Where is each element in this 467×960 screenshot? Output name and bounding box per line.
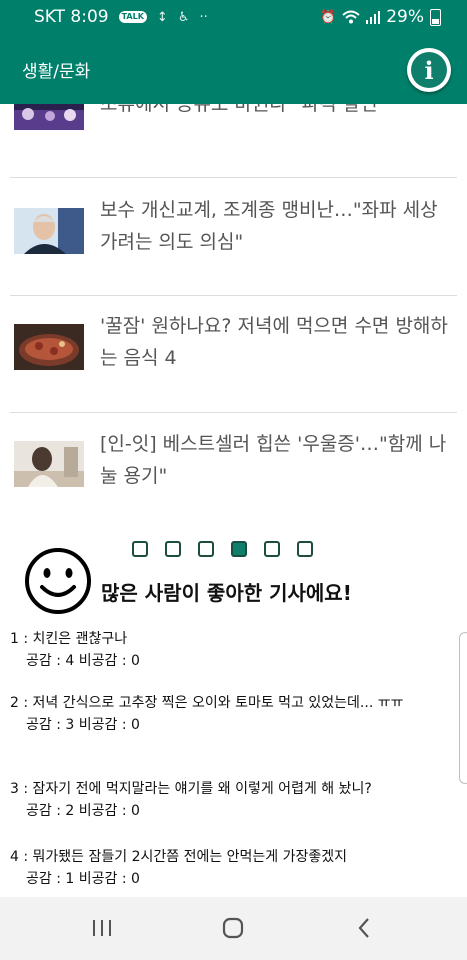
home-icon [222, 917, 244, 939]
info-icon: i [411, 52, 447, 88]
comment-item: 2 : 저녁 간식으로 고추장 찍은 오이와 토마토 먹고 있었는데... ㅠㅠ… [10, 692, 460, 736]
comment-text: 3 : 잠자기 전에 먹지말라는 얘기를 왜 이렇게 어렵게 해 놨니? [10, 781, 372, 797]
article-item[interactable]: [인-잇] 베스트셀러 힙쓴 '우울증'…"함께 나눌 용기" [10, 413, 457, 531]
article-item[interactable]: 보수 개신교계, 조계종 맹비난…"좌파 세상가려는 의도 의심" [10, 178, 457, 296]
comment-stats: 공감 : 3 비공감 : 0 [26, 717, 140, 733]
kakaotalk-icon: TALK [118, 11, 147, 23]
comment-stats: 공감 : 2 비공감 : 0 [26, 803, 140, 819]
recent-apps-button[interactable] [82, 915, 122, 941]
data-icon: ↕ [156, 9, 168, 25]
page-dot[interactable] [198, 541, 214, 557]
article-thumbnail [14, 104, 84, 130]
page-title: 생활/문화 [22, 62, 91, 82]
article-item[interactable]: 조류에서 공유도 바뀐다" 파격 발언 [10, 104, 457, 178]
battery-percent: 29% [386, 7, 424, 27]
popular-label: 많은 사람이 좋아한 기사에요! [101, 581, 352, 605]
page-dot-active[interactable] [231, 541, 247, 557]
app-bar: 생활/문화 i [0, 34, 467, 104]
home-button[interactable] [213, 915, 253, 941]
comment-item: 4 : 뭐가됐든 잠들기 2시간쯤 전에는 안먹는게 가장좋겠지 공감 : 1 … [10, 846, 460, 890]
alarm-icon: ⏰ [320, 9, 337, 25]
smiley-icon [25, 548, 91, 614]
article-thumbnail [14, 324, 84, 370]
recent-apps-icon [93, 920, 111, 936]
back-icon [358, 918, 369, 938]
status-time: SKT 8:09 [34, 7, 109, 27]
comment-item: 1 : 치킨은 괜찮구나 공감 : 4 비공감 : 0 [10, 628, 460, 672]
comment-text: 1 : 치킨은 괜찮구나 [10, 631, 128, 647]
page-dot[interactable] [297, 541, 313, 557]
edge-panel-handle[interactable] [459, 632, 467, 784]
comment-item: 3 : 잠자기 전에 먹지말라는 얘기를 왜 이렇게 어렵게 해 놨니? 공감 … [10, 778, 460, 822]
comment-text: 4 : 뭐가됐든 잠들기 2시간쯤 전에는 안먹는게 가장좋겠지 [10, 849, 348, 865]
comment-stats: 공감 : 1 비공감 : 0 [26, 871, 140, 887]
article-headline: 보수 개신교계, 조계종 맹비난…"좌파 세상가려는 의도 의심" [100, 199, 438, 253]
accessibility-icon: ♿ [177, 9, 190, 25]
article-headline: 조류에서 공유도 바뀐다" 파격 발언 [100, 104, 378, 115]
battery-icon [430, 8, 441, 26]
navigation-bar [0, 897, 467, 960]
back-button[interactable] [344, 915, 384, 941]
comment-text: 2 : 저녁 간식으로 고추장 찍은 오이와 토마토 먹고 있었는데... ㅠㅠ [10, 695, 404, 711]
page-indicator [132, 541, 313, 557]
more-icon: ·· [199, 9, 208, 25]
content-area: 조류에서 공유도 바뀐다" 파격 발언 보수 개신교계, 조계종 맹비난…"좌파… [0, 104, 467, 897]
article-headline: '꿀잠' 원하나요? 저녁에 먹으면 수면 방해하는 음식 4 [100, 315, 448, 369]
article-item[interactable]: '꿀잠' 원하나요? 저녁에 먹으면 수면 방해하는 음식 4 [10, 296, 457, 413]
page-dot[interactable] [132, 541, 148, 557]
page-dot[interactable] [264, 541, 280, 557]
comment-stats: 공감 : 4 비공감 : 0 [26, 653, 140, 669]
article-headline: [인-잇] 베스트셀러 힙쓴 '우울증'…"함께 나눌 용기" [100, 433, 447, 487]
page-dot[interactable] [165, 541, 181, 557]
wifi-icon [342, 10, 360, 24]
signal-icon [366, 11, 381, 24]
article-thumbnail [14, 208, 84, 254]
status-bar: SKT 8:09 TALK ↕ ♿ ·· ⏰ 29% [0, 0, 467, 34]
info-button[interactable]: i [407, 48, 451, 92]
article-thumbnail [14, 441, 84, 487]
